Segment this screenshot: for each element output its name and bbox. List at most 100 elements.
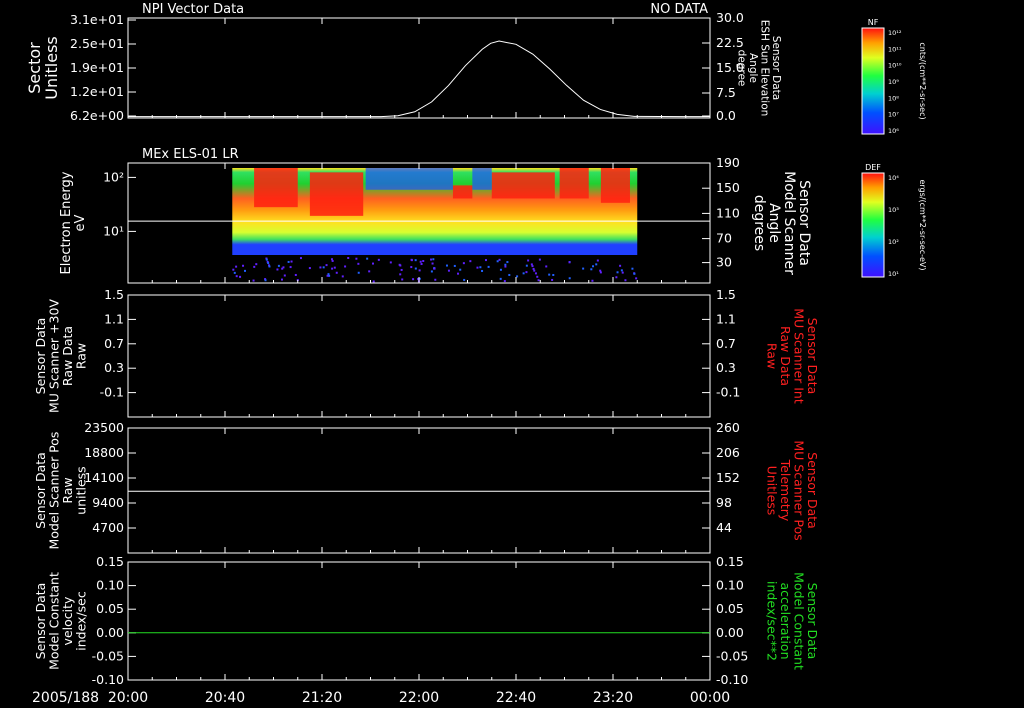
spectrogram-point [620,269,623,272]
y2-axis-label: Angle [747,53,759,83]
y2-tick-label: 98 [716,495,732,510]
y2-tick-label: 206 [716,445,740,460]
y-tick-label: 23500 [84,420,124,435]
y2-tick-label: 0.15 [716,554,744,569]
spectrogram-point [552,273,555,276]
spectrogram-point [633,272,636,275]
y-tick-label: 14100 [84,470,124,485]
y2-tick-label: -0.10 [716,672,748,687]
y2-tick-label: 152 [716,470,740,485]
colorbar-tick-label: 10¹ [888,270,899,278]
spectrogram-point [341,275,344,278]
y2-axis-label: Raw [765,343,780,369]
spectrogram-point [287,260,290,263]
spectrogram-point [615,276,618,279]
y2-tick-label: 30 [716,255,732,270]
spectrogram-point [599,271,602,274]
spectrogram-point [504,263,507,266]
spectrogram-point [371,262,374,265]
y-tick-label: 0.00 [96,625,124,640]
spectrogram-point [530,263,533,266]
y-axis-label: index/sec [74,591,89,651]
spectrogram-point [268,265,271,268]
y2-tick-label: 22.5 [716,35,744,50]
y2-axis-label: ESH Sun Elevation [759,20,771,117]
y-tick-label: 4700 [92,520,124,535]
spectrogram-point [239,275,242,278]
spectrogram-point [463,278,466,281]
colorbar-units: cnts/(cm**2-sr-sec) [918,42,927,119]
spectrogram-point [344,265,347,268]
y2-tick-label: 110 [716,205,740,220]
spectrogram-point [433,267,436,270]
spectrogram-point [419,260,422,263]
y-axis-label: eV [73,214,88,231]
spectrogram-point [280,278,283,281]
y-tick-label: 6.2e+00 [70,108,124,123]
y-tick-label: 1.9e+01 [70,60,124,75]
colorbar-tick-label: 10¹⁰ [888,62,902,70]
y2-tick-label: -0.05 [716,648,748,663]
y2-axis-label: Sensor Data [796,180,812,266]
y-tick-label: 9400 [92,495,124,510]
spectrogram-point [233,271,236,274]
y2-tick-label: 1.1 [716,311,736,326]
spectrogram-point [527,259,530,262]
spectrogram-high-flux [559,168,589,199]
spectrogram-point [432,258,435,261]
spectrogram-point [499,277,502,280]
spectrogram-point [377,258,380,261]
y2-tick-label: 190 [716,155,740,170]
spectrogram-point [496,260,499,263]
spectrogram-point [506,261,509,264]
y2-axis-label: Sensor Data [770,36,782,100]
x-tick-label: 22:40 [496,690,536,706]
spectrogram-point [290,260,293,263]
spectrogram-point [445,264,448,267]
spectrogram-low-flux [365,168,453,190]
spectrogram-point [484,259,487,262]
spectrogram-point [430,258,433,261]
y-tick-label: 3.1e+01 [70,12,124,27]
spectrogram-point [319,266,322,269]
colorbar-tick-label: 10⁹ [888,78,899,86]
spectrogram-point [253,265,256,268]
spectrogram-point [430,270,433,273]
spectrogram-point [372,280,375,283]
y2-axis-label: degrees [751,195,767,251]
y2-axis-label: Unitless [765,466,780,516]
panel-4: 235001880014100940047002602061529844Sens… [33,420,820,554]
y-tick-label: 1.5 [104,287,124,302]
spectrogram-point [469,260,472,263]
spectrogram-point [422,260,425,263]
spectrogram-point [366,257,369,260]
spectrogram-point [399,273,402,276]
spectrogram-point [322,266,325,269]
y2-tick-label: 0.00 [716,625,744,640]
y-tick-label: -0.05 [92,648,124,663]
y-tick-label: -0.10 [92,672,124,687]
spectrogram-point [347,257,350,260]
spectrogram-point [616,271,619,274]
colorbar-label: DEF [865,163,881,172]
spectrogram-point [308,267,311,270]
y-axis-label: Unitless [42,36,61,100]
spectrogram-point [487,265,490,268]
spectrogram-high-flux [491,172,555,199]
spectrogram-point [420,263,423,266]
y2-tick-label: 30.0 [716,10,744,25]
spectrogram-point [568,277,571,280]
spectrogram-point [232,268,235,271]
spectrogram-point [590,268,593,271]
spectrogram-point [289,266,292,269]
x-tick-label: 23:20 [593,690,633,706]
colorbar-tick-label: 10⁷ [888,111,899,119]
y-tick-label: 1.1 [104,311,124,326]
panel-2: 10² 10¹ 190 150 110 70 30 MEx ELS-01 LR Electron… [59,147,927,284]
spectrogram-point [595,263,598,266]
spectrogram-point [357,262,360,265]
spectrogram-point [591,279,594,282]
spectrogram-high-flux [452,185,473,199]
spectrogram-point [525,271,528,274]
spectrogram-point [418,269,421,272]
